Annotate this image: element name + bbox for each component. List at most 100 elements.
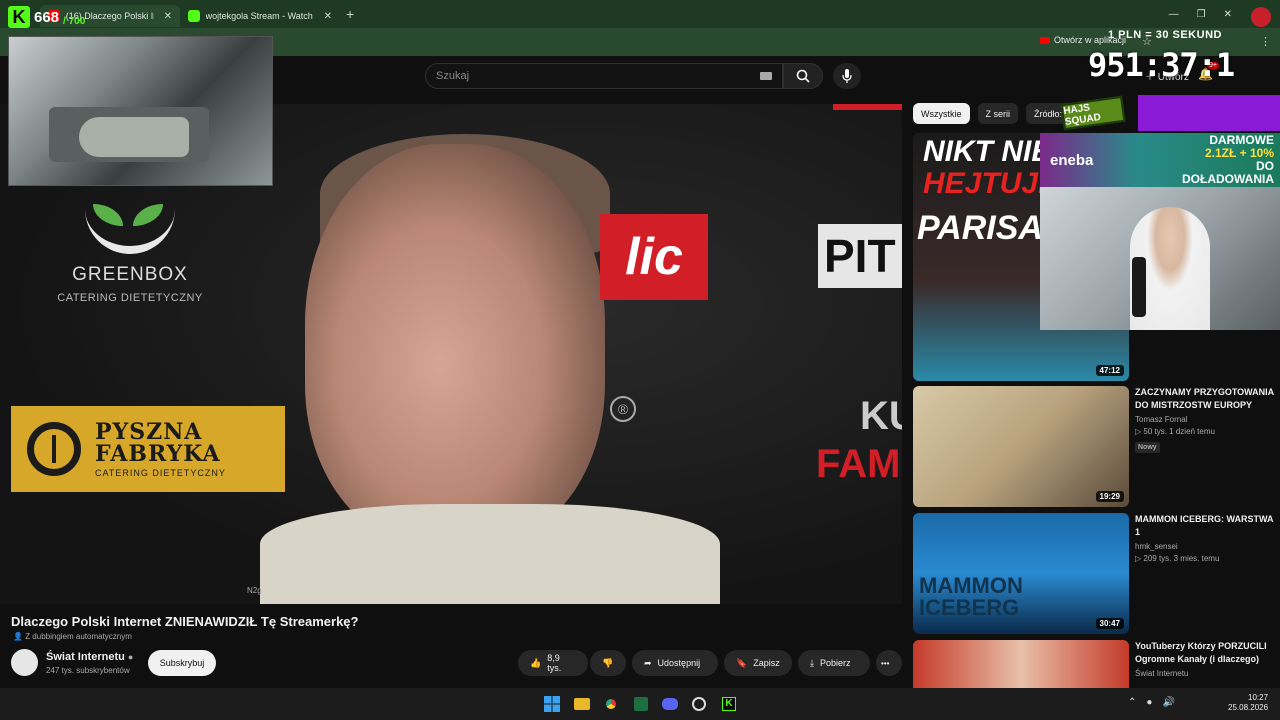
search-input[interactable]: Szukaj <box>425 63 783 89</box>
save-button[interactable]: 🔖 Zapisz <box>724 650 792 676</box>
recommended-views: ▷ 209 tys. 3 mies. temu <box>1135 554 1220 563</box>
like-button[interactable]: 👍 8,9 tys. <box>518 650 588 676</box>
new-badge: Nowy <box>1135 442 1160 453</box>
thumbs-down-icon: 👎 <box>602 657 614 668</box>
recommended-title: ZACZYNAMY PRZYGOTOWANIA DO MISTRZOSTW EU… <box>1135 387 1274 410</box>
chatgpt-icon[interactable] <box>689 694 709 714</box>
youtube-logo-icon <box>1040 36 1050 44</box>
pyszna-fabryka-logo: PYSZNA FABRYKA CATERING DIETETYCZNY <box>11 406 285 492</box>
recommended-title: YouTuberzy Którzy PORZUCILI Ogromne Kana… <box>1135 641 1267 664</box>
eneba-brand: eneba <box>1050 151 1094 169</box>
streamer-mic <box>1132 257 1146 317</box>
clock-date: 25.08.2026 <box>1228 703 1269 712</box>
recommended-thumbnail-3[interactable]: MAMMON ICEBERG 30:47 <box>913 513 1129 634</box>
close-window-icon[interactable]: ✕ <box>1224 9 1232 20</box>
browser-tab-bar: (16) Dlaczego Polski Interne ✕ wojtekgol… <box>0 0 1280 28</box>
counter-max: / 700 <box>63 15 86 27</box>
download-button[interactable]: ⤓ Pobierz <box>798 650 870 676</box>
keyboard-icon[interactable] <box>760 72 772 80</box>
eneba-ad-banner: eneba DARMOWE 2.1ZŁ + 10% DO DOŁADOWANIA <box>1040 133 1280 187</box>
voice-search-button[interactable] <box>833 63 861 89</box>
registered-mark: ® <box>610 396 636 422</box>
share-icon: ➦ <box>644 657 652 668</box>
tray-chevron-icon[interactable]: ⌃ <box>1128 697 1136 708</box>
subscribe-button[interactable]: Subskrybuj <box>148 650 216 676</box>
share-button[interactable]: ➦ Udostępnij <box>632 650 718 676</box>
kick-app-icon[interactable]: K <box>719 694 739 714</box>
clock-time: 10:27 <box>1248 693 1269 702</box>
counter-value: 668 <box>34 8 60 26</box>
channel-name[interactable]: Świat Internetu ● <box>46 651 133 663</box>
recommended-thumbnail-4[interactable] <box>913 640 1129 688</box>
recommended-author: hmk_sensei <box>1135 542 1178 551</box>
kick-logo-icon: K <box>8 6 30 28</box>
microphone-icon <box>842 69 852 83</box>
recommended-meta-4[interactable]: YouTuberzy Którzy PORZUCILI Ogromne Kana… <box>1135 640 1275 688</box>
recommended-views: ▷ 50 tys. 1 dzień temu <box>1135 427 1215 436</box>
download-icon: ⤓ <box>810 657 814 668</box>
new-tab-button[interactable]: + <box>346 6 354 22</box>
excel-icon[interactable] <box>631 694 651 714</box>
purple-overlay-banner <box>1138 95 1280 131</box>
person-face <box>305 144 605 544</box>
video-duration: 30:47 <box>1095 618 1124 629</box>
volume-icon[interactable]: 🔊 <box>1162 697 1174 708</box>
more-actions-button[interactable]: ••• <box>876 650 902 676</box>
greenbox-logo: GREENBOX CATERING DIETETYCZNY <box>40 184 220 354</box>
like-count: 8,9 tys. <box>547 653 562 673</box>
close-tab-icon[interactable]: ✕ <box>324 11 332 22</box>
chrome-icon[interactable] <box>601 694 621 714</box>
profile-avatar[interactable] <box>1251 7 1271 27</box>
streamer-webcam <box>1040 187 1280 330</box>
system-tray: ⌃ ● 🔊 <box>1128 697 1175 708</box>
dislike-button[interactable]: 👎 <box>590 650 626 676</box>
person-shirt <box>260 504 720 604</box>
browser-menu-icon[interactable]: ⋮ <box>1260 35 1271 48</box>
sponsor-text-bottom: FAM <box>816 442 901 486</box>
chip-all[interactable]: Wszystkie <box>913 103 970 124</box>
sponsor-white-logo: PIT <box>818 224 902 288</box>
subathon-counter: K 668 / 700 <box>8 6 85 28</box>
search-placeholder: Szukaj <box>436 70 470 82</box>
greenbox-name: GREENBOX <box>72 264 188 285</box>
search-icon <box>796 69 810 83</box>
taskbar-clock[interactable]: 10:27 25.08.2026 <box>1228 693 1268 713</box>
video-duration: 19:29 <box>1095 491 1124 502</box>
recommended-meta-2[interactable]: ZACZYNAMY PRZYGOTOWANIA DO MISTRZOSTW EU… <box>1135 386 1275 454</box>
recommended-author: Świat Internetu <box>1135 669 1189 678</box>
channel-avatar[interactable] <box>11 649 38 676</box>
filter-chips: Wszystkie Z serii Źródło: Ś <box>913 103 1079 124</box>
discord-icon[interactable] <box>660 694 680 714</box>
subathon-timer: 951:37:1 <box>1088 46 1235 84</box>
chip-series[interactable]: Z serii <box>977 103 1018 124</box>
recommended-title: MAMMON ICEBERG: WARSTWA 1 <box>1135 514 1274 537</box>
windows-start-icon[interactable] <box>542 694 562 714</box>
dubbing-label: 👤 Z dubbingiem automatycznym <box>13 632 132 641</box>
video-watermark: N2g <box>247 586 262 595</box>
bookmark-icon: 🔖 <box>736 657 748 668</box>
hajs-squad-badge: HAJS SQUAD <box>1060 95 1126 131</box>
rate-text: 1 PLN = 30 SEKUND <box>1108 29 1222 41</box>
fork-gear-icon <box>27 422 81 476</box>
video-duration: 47:12 <box>1095 365 1124 376</box>
maximize-icon[interactable]: ❐ <box>1197 9 1206 20</box>
tab-label: wojtekgola Stream - Watch Liv <box>205 11 314 21</box>
tab-kick[interactable]: wojtekgola Stream - Watch Liv ✕ <box>180 5 340 27</box>
file-explorer-icon[interactable] <box>572 694 592 714</box>
tray-app-icon[interactable]: ● <box>1146 697 1152 708</box>
sponsor-text-top: KU <box>860 394 902 438</box>
search-button[interactable] <box>783 63 823 89</box>
recommended-thumbnail-2[interactable]: 19:29 <box>913 386 1129 507</box>
close-tab-icon[interactable]: ✕ <box>164 11 172 22</box>
channel-subscribers: 247 tys. subskrybentów <box>46 666 130 675</box>
sponsor-red-logo: lic <box>600 214 708 300</box>
kick-favicon-icon <box>188 10 200 22</box>
recommended-meta-3[interactable]: MAMMON ICEBERG: WARSTWA 1 hmk_sensei ▷ 2… <box>1135 513 1275 563</box>
video-title: Dlaczego Polski Internet ZNIENAWIDZIŁ Tę… <box>11 614 359 629</box>
sponsor-red-strip <box>833 104 902 110</box>
verified-icon: ● <box>127 652 134 662</box>
minimize-icon[interactable]: — <box>1169 9 1179 20</box>
webcam-bedroom <box>8 36 273 186</box>
thumbs-up-icon: 👍 <box>530 657 542 668</box>
recommended-author: Tomasz Fornal <box>1135 415 1188 424</box>
